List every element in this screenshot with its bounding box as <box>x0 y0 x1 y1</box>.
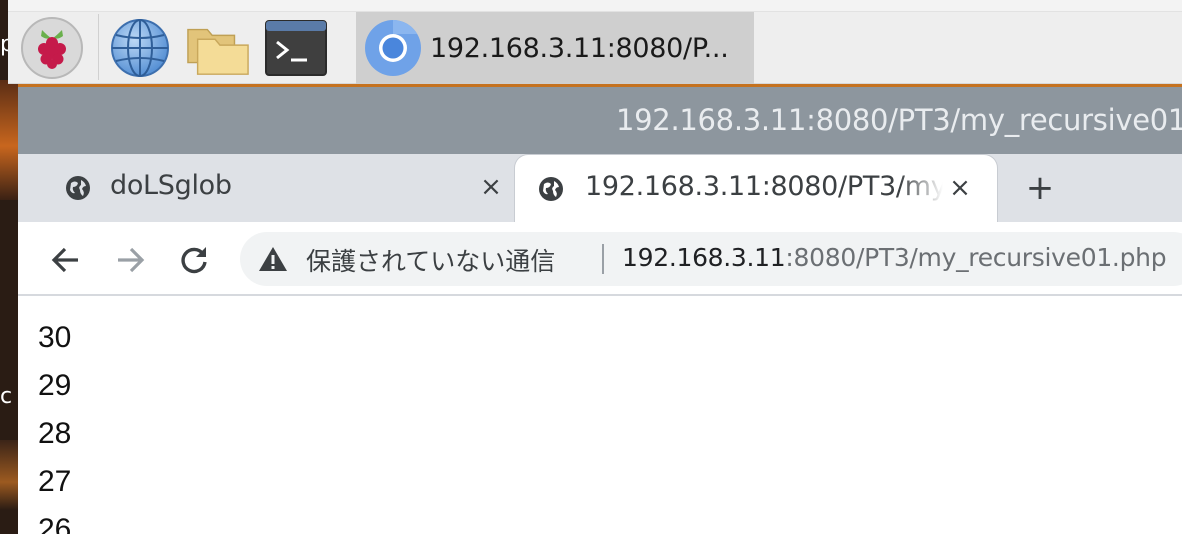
web-browser-launcher[interactable] <box>108 16 172 80</box>
globe-icon <box>66 176 90 200</box>
omnibox-divider <box>602 244 604 274</box>
tab-strip: doLSglob × 192.168.3.11:8080/PT3/my_recu… <box>18 154 1182 224</box>
forward-arrow-icon <box>118 247 145 273</box>
new-tab-button[interactable]: + <box>1020 168 1060 208</box>
terminal-icon <box>265 20 327 76</box>
output-line: 26 <box>38 513 72 534</box>
window-titlebar[interactable]: 192.168.3.11:8080/PT3/my_recursive01 <box>18 87 1182 154</box>
warning-triangle-icon <box>259 247 287 271</box>
address-bar[interactable]: 保護されていない通信 192.168.3.11:8080/PT3/my_recu… <box>240 232 1182 286</box>
taskbar-chromium-window[interactable]: 192.168.3.11:8080/P... <box>356 12 754 84</box>
url-path: :8080/PT3/my_recursive01.php <box>785 243 1167 272</box>
tab-title: doLSglob <box>110 170 232 201</box>
back-button[interactable] <box>46 240 86 280</box>
terminal-launcher[interactable] <box>264 16 328 80</box>
chromium-icon <box>365 20 421 76</box>
forward-button[interactable] <box>110 240 150 280</box>
tab-title: 192.168.3.11:8080/PT3/my_recursive01.php <box>585 171 943 202</box>
wallpaper-glow <box>0 80 20 200</box>
web-browser-globe-icon <box>111 19 169 77</box>
back-arrow-icon <box>51 247 78 273</box>
window-title: 192.168.3.11:8080/PT3/my_recursive01 <box>616 103 1182 137</box>
wallpaper-glow-lower <box>0 440 20 510</box>
browser-window: 192.168.3.11:8080/PT3/my_recursive01 doL… <box>18 84 1182 534</box>
taskbar: 192.168.3.11:8080/P... <box>8 0 1182 84</box>
raspberry-menu-button[interactable] <box>20 16 84 80</box>
output-line: 28 <box>38 417 72 450</box>
file-manager-folder-icon <box>187 28 249 75</box>
taskbar-separator <box>98 14 99 80</box>
taskbar-top-edge <box>8 0 1182 12</box>
output-line: 27 <box>38 465 72 498</box>
browser-toolbar: 保護されていない通信 192.168.3.11:8080/PT3/my_recu… <box>18 222 1182 296</box>
desktop-text-fragment: c <box>0 384 12 409</box>
output-line: 30 <box>38 321 72 354</box>
output-line: 29 <box>38 369 72 402</box>
url-host: 192.168.3.11 <box>622 243 786 272</box>
tab-close-button[interactable]: × <box>476 170 506 204</box>
raspberry-menu-icon <box>21 17 83 79</box>
file-manager-launcher[interactable] <box>186 16 250 80</box>
taskbar-window-title: 192.168.3.11:8080/P... <box>430 32 729 64</box>
reload-button[interactable] <box>174 240 214 280</box>
tab-close-button[interactable]: × <box>945 171 975 205</box>
tab-my-recursive01[interactable]: 192.168.3.11:8080/PT3/my_recursive01.php… <box>514 154 998 224</box>
url-text: 192.168.3.11:8080/PT3/my_recursive01.php <box>622 243 1167 272</box>
tab-dolsglob[interactable]: doLSglob × <box>24 154 514 222</box>
globe-icon <box>539 177 563 201</box>
reload-icon <box>181 247 207 274</box>
security-status-label[interactable]: 保護されていない通信 <box>306 242 555 278</box>
page-content: 30 29 28 27 26 <box>18 296 1182 534</box>
